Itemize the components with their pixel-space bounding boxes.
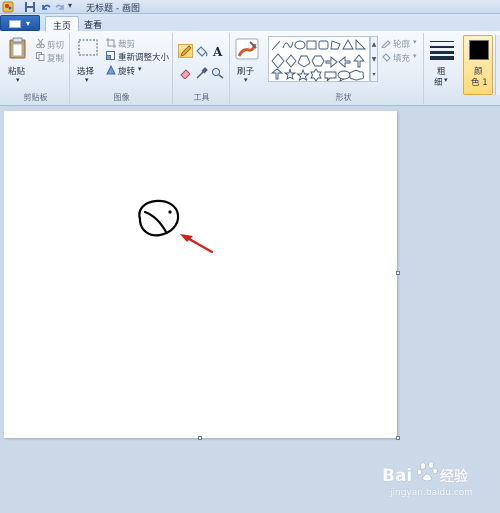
select-icon[interactable] <box>78 39 98 60</box>
shapes-group-label: 形状 <box>335 93 352 102</box>
eraser-icon <box>180 69 191 80</box>
paste-icon[interactable] <box>8 37 28 62</box>
expand-gallery-icon[interactable]: ▾ <box>371 67 377 82</box>
cut-button[interactable]: 剪切 <box>47 39 64 51</box>
eyedropper-icon <box>196 67 208 79</box>
resize-handle-corner[interactable] <box>396 436 400 440</box>
text-icon: A <box>212 45 223 59</box>
outline-button[interactable]: 轮廓 <box>393 38 410 50</box>
size-dropdown-icon[interactable]: ▾ <box>444 76 448 84</box>
crop-button[interactable]: 裁剪 <box>118 38 135 50</box>
dot-mark <box>168 210 172 214</box>
resize-button[interactable]: 重新调整大小 <box>118 51 169 63</box>
title-bar: ▾ 无标题 - 画图 <box>0 0 500 14</box>
customize-quick-access-icon[interactable]: ▾ <box>68 1 80 13</box>
fill-button[interactable]: 填充 <box>393 52 410 64</box>
crop-icon <box>106 38 116 51</box>
circle-drawing <box>138 199 180 237</box>
fill-icon <box>381 52 391 65</box>
color-2-button[interactable] <box>495 35 500 95</box>
baidu-brand-text: Bai <box>382 466 413 486</box>
paste-dropdown-icon[interactable]: ▾ <box>16 76 20 84</box>
copy-icon <box>36 52 45 64</box>
color-1-swatch <box>469 40 489 60</box>
pencil-icon <box>180 45 192 57</box>
drawing-canvas[interactable] <box>4 111 397 438</box>
copy-button[interactable]: 复制 <box>47 52 64 64</box>
outline-icon <box>381 38 391 51</box>
eraser-tool[interactable] <box>178 66 193 80</box>
baidu-paw-icon <box>417 460 439 487</box>
baidu-url-text: jingyan.baidu.com <box>390 488 474 498</box>
rotate-icon <box>106 64 116 78</box>
save-icon[interactable] <box>24 1 36 13</box>
chevron-down-icon[interactable]: ▼ <box>371 52 377 67</box>
fill-bucket-icon <box>196 46 208 57</box>
tools-group: A 工具 <box>174 33 230 104</box>
image-group-label: 图像 <box>113 93 130 102</box>
magnifier-tool[interactable] <box>210 66 225 80</box>
tab-home[interactable]: 主页 <box>45 16 79 32</box>
fill-dropdown-icon[interactable]: ▾ <box>413 52 417 60</box>
shapes-icon <box>270 38 367 82</box>
paint-menu-icon <box>9 20 21 28</box>
select-dropdown-icon[interactable]: ▾ <box>85 76 89 84</box>
tools-group-label: 工具 <box>193 93 210 102</box>
size-group: 粗 细 ▾ <box>425 33 461 104</box>
tab-view[interactable]: 查看 <box>80 16 106 32</box>
red-arrow-annotation <box>180 234 214 254</box>
undo-icon[interactable] <box>40 1 52 13</box>
clipboard-group: 粘贴 ▾ 剪切 复制 剪贴板 <box>2 33 70 104</box>
redo-icon[interactable] <box>54 1 66 13</box>
brush-icon[interactable] <box>235 38 259 63</box>
canvas-workspace <box>0 107 500 513</box>
shapes-gallery[interactable] <box>268 36 370 82</box>
line-size-icon[interactable] <box>430 40 454 63</box>
size-label-2[interactable]: 细 <box>434 76 443 88</box>
resize-icon <box>106 51 116 64</box>
baidu-watermark: Bai 经验 jingyan.baidu.com <box>382 460 492 502</box>
ribbon-tab-row: ▾ 主页 查看 <box>0 14 500 32</box>
resize-handle-right[interactable] <box>396 271 400 275</box>
shapes-scroll[interactable]: ▲ ▼ ▾ <box>370 36 378 82</box>
drawing-layer <box>138 199 214 254</box>
chevron-up-icon[interactable]: ▲ <box>371 37 377 52</box>
magnifier-icon <box>212 68 224 79</box>
brushes-dropdown-icon[interactable]: ▾ <box>244 76 248 84</box>
resize-handle-bottom[interactable] <box>198 436 202 440</box>
paint-app-icon <box>2 1 14 13</box>
paint-menu-button[interactable]: ▾ <box>0 15 40 31</box>
text-tool[interactable]: A <box>210 44 225 59</box>
color-picker-tool[interactable] <box>194 66 209 80</box>
baidu-jingyan-text: 经验 <box>440 469 468 485</box>
svg-text:A: A <box>212 45 223 57</box>
clipboard-group-label: 剪贴板 <box>23 93 48 102</box>
cut-icon <box>36 38 45 51</box>
color-1-label-2: 色 1 <box>471 78 488 88</box>
image-group: 选择 ▾ 裁剪 重新调整大小 旋转 ▾ 图像 <box>71 33 173 104</box>
outline-dropdown-icon[interactable]: ▾ <box>413 38 417 46</box>
color-1-button[interactable]: 颜 色 1 <box>463 35 493 95</box>
brushes-group: 刷子 ▾ <box>231 33 263 104</box>
fill-tool[interactable] <box>194 44 209 58</box>
rotate-dropdown-icon[interactable]: ▾ <box>138 65 142 73</box>
chevron-down-icon: ▾ <box>26 19 31 28</box>
pencil-tool[interactable] <box>178 44 193 58</box>
rotate-button[interactable]: 旋转 <box>118 65 135 77</box>
ribbon: 粘贴 ▾ 剪切 复制 剪贴板 选择 ▾ 裁剪 重新调整大小 旋转 ▾ 图像 A … <box>0 31 500 106</box>
window-title: 无标题 - 画图 <box>86 4 140 14</box>
